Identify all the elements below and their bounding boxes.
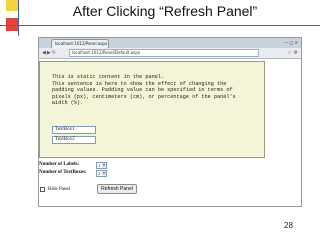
panel-static-text: This is static content in the panel. Thi…: [52, 74, 264, 107]
content-panel: This is static content in the panel. Thi…: [39, 61, 265, 158]
page-tools-icon[interactable]: ☆ ⚙: [287, 49, 298, 57]
hide-panel-label: Hide Panel: [48, 187, 71, 192]
hide-panel-checkbox[interactable]: [40, 187, 45, 192]
navigation-icons[interactable]: ◀▶↻: [42, 49, 57, 57]
textboxes-count-select[interactable]: 2 ▼: [96, 169, 107, 177]
address-bar[interactable]: localhost:1612/Panel/Default.aspx: [69, 49, 259, 57]
labels-count-select[interactable]: 1 ▼: [96, 161, 107, 169]
textbox-1[interactable]: TextBox1: [52, 126, 96, 134]
panel-text-line: padding values. Padding value can be spe…: [52, 87, 233, 93]
page-content: This is static content in the panel. Thi…: [39, 59, 301, 206]
browser-screenshot: localhost:1612/Panel.aspx — □ ✕ ◀▶↻ loca…: [38, 37, 302, 207]
textboxes-count-value: 2: [98, 170, 101, 176]
labels-count-value: 1: [98, 162, 101, 168]
refresh-panel-button[interactable]: Refresh Panel: [97, 184, 137, 194]
chevron-down-icon: ▼: [102, 162, 106, 168]
decorative-horizontal-line: [0, 25, 320, 26]
slide-title: After Clicking “Refresh Panel”: [72, 3, 258, 19]
window-controls[interactable]: — □ ✕: [284, 40, 298, 45]
panel-text-line: width (%).: [52, 100, 84, 106]
panel-text-line: pixels (px), centimeters (cm), or percen…: [52, 93, 236, 100]
browser-tab[interactable]: localhost:1612/Panel.aspx: [51, 39, 109, 48]
browser-tab-bar: localhost:1612/Panel.aspx — □ ✕: [39, 38, 301, 48]
chevron-down-icon: ▼: [102, 170, 106, 176]
decorative-vertical-line: [18, 0, 19, 36]
textboxes-count-label: Number of TextBoxes:: [39, 170, 87, 175]
labels-count-row: Number of Labels: 1 ▼: [39, 161, 107, 169]
labels-count-label: Number of Labels:: [39, 162, 80, 167]
textboxes-count-row: Number of TextBoxes: 2 ▼: [39, 169, 107, 177]
browser-toolbar: ◀▶↻ localhost:1612/Panel/Default.aspx ☆ …: [39, 48, 301, 59]
page-number: 28: [284, 221, 293, 230]
textbox-2[interactable]: TextBox2: [52, 136, 96, 144]
